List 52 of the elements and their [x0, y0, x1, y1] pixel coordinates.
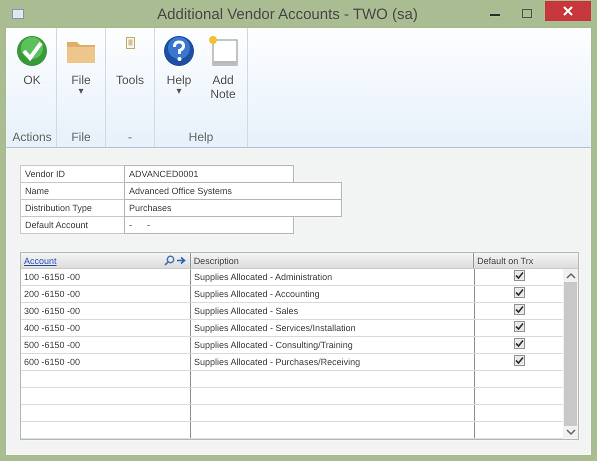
checkbox[interactable]: [514, 287, 524, 298]
field-label: Default Account: [20, 216, 124, 234]
table-cell: Supplies Allocated - Accounting: [191, 286, 475, 302]
field-label: Name: [20, 182, 124, 200]
scroll-down-icon[interactable]: [566, 428, 576, 436]
table-cell: 500 -6150 -00: [21, 337, 191, 353]
ribbon-button[interactable]: Tools: [110, 31, 150, 130]
table-cell: Supplies Allocated - Administration: [191, 269, 475, 285]
tools-icon: [126, 37, 134, 49]
close-button[interactable]: [545, 1, 591, 21]
caret-icon: ▾: [176, 87, 182, 97]
ribbon-button[interactable]: Help ▾: [159, 31, 199, 130]
scrollbar[interactable]: [563, 269, 578, 439]
ribbon-button[interactable]: File ▾: [61, 31, 101, 130]
help-icon: [163, 35, 195, 67]
table-cell: Supplies Allocated - Purchases/Receiving: [191, 354, 475, 370]
input-field[interactable]: Advanced Office Systems: [124, 182, 342, 200]
table-cell: 100 -6150 -00: [21, 269, 191, 285]
caret-icon: ▾: [78, 87, 84, 97]
app-icon: [12, 9, 24, 19]
checkbox[interactable]: [514, 321, 524, 332]
column-header: Default on Trx: [477, 256, 534, 266]
group-label: File: [70, 130, 92, 146]
group-label: Help: [188, 130, 214, 146]
table-cell: Supplies Allocated - Consulting/Training: [191, 337, 475, 353]
search-icon[interactable]: [164, 255, 175, 266]
group-label: Actions: [12, 130, 52, 146]
table-cell: Supplies Allocated - Services/Installation: [191, 320, 475, 336]
column-header: Description: [194, 256, 239, 266]
field-label: Vendor ID: [20, 165, 124, 183]
input-field[interactable]: ADVANCED0001: [124, 165, 294, 183]
column-header-link[interactable]: Account: [24, 256, 57, 266]
ribbon-button[interactable]: OK: [12, 31, 52, 130]
input-field[interactable]: - -: [124, 216, 294, 234]
table-cell: 600 -6150 -00: [21, 354, 191, 370]
checkbox[interactable]: [514, 304, 524, 315]
table-cell: 200 -6150 -00: [21, 286, 191, 302]
table-cell: 300 -6150 -00: [21, 303, 191, 319]
group-label: -: [127, 130, 133, 146]
checkbox[interactable]: [514, 355, 524, 366]
table-cell: 400 -6150 -00: [21, 320, 191, 336]
window-title: Additional Vendor Accounts - TWO (sa): [156, 6, 419, 22]
checkbox[interactable]: [514, 338, 524, 349]
input-field[interactable]: Purchases: [124, 199, 342, 217]
scroll-up-icon[interactable]: [566, 272, 576, 280]
ok-icon: [16, 35, 48, 67]
table-cell: Supplies Allocated - Sales: [191, 303, 475, 319]
ribbon-button[interactable]: Add Note: [203, 31, 243, 130]
checkbox[interactable]: [514, 270, 524, 281]
field-label: Distribution Type: [20, 199, 124, 217]
note-icon: [207, 35, 239, 67]
arrow-icon[interactable]: [176, 255, 187, 266]
